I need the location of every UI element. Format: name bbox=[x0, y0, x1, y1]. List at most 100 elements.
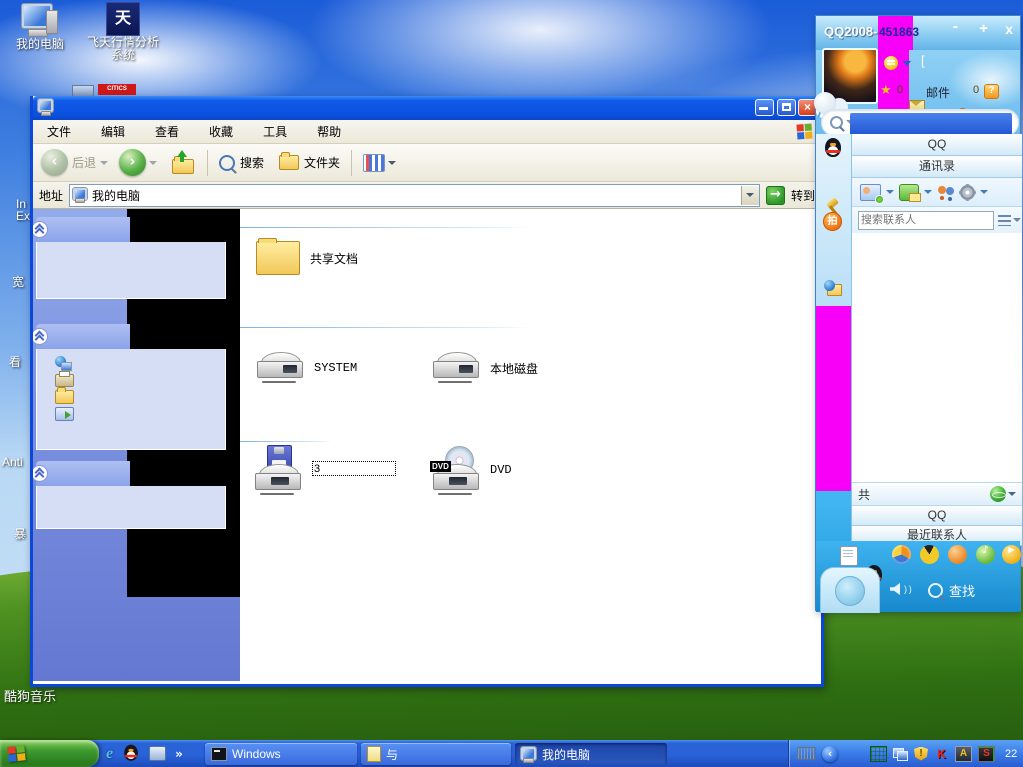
message-icon[interactable] bbox=[899, 183, 921, 202]
qq-close-button[interactable]: x bbox=[1005, 21, 1013, 37]
kaspersky-tray-icon[interactable]: K bbox=[934, 747, 949, 761]
contact-search-input[interactable] bbox=[858, 210, 994, 230]
s-app-tray-icon[interactable]: S bbox=[978, 745, 995, 762]
address-dropdown-button[interactable] bbox=[740, 185, 759, 205]
desktop-icon-feitian[interactable]: 天 飞天行情分析 系统 bbox=[80, 2, 166, 62]
panel-header-bg bbox=[36, 217, 130, 242]
tab-contacts[interactable]: 通讯录 bbox=[852, 156, 1022, 178]
media-play-icon[interactable]: ▶ bbox=[1002, 545, 1021, 564]
qq-quicklaunch-icon[interactable] bbox=[123, 744, 138, 763]
back-button[interactable]: ‹ 后退 bbox=[41, 149, 109, 176]
menu-edit[interactable]: 编辑 bbox=[101, 123, 125, 140]
taskbar-task-my-computer[interactable]: 我的电脑 bbox=[515, 743, 667, 765]
browser-icon[interactable] bbox=[892, 545, 911, 564]
minimize-button[interactable] bbox=[755, 99, 774, 116]
desktop-icon-my-computer[interactable]: 我的电脑 bbox=[8, 4, 72, 51]
game-icon[interactable] bbox=[920, 545, 939, 564]
pai-tab-icon[interactable]: 拍 bbox=[823, 212, 842, 231]
panel-body bbox=[36, 349, 226, 450]
control-panel-icon[interactable] bbox=[55, 407, 74, 421]
search-selection-glitch bbox=[850, 113, 1012, 135]
menu-help[interactable]: 帮助 bbox=[317, 123, 341, 140]
menu-favorites[interactable]: 收藏 bbox=[209, 123, 233, 140]
paper bbox=[59, 371, 70, 377]
explorer-titlebar[interactable]: × bbox=[33, 96, 821, 120]
star-icon[interactable]: ★ bbox=[880, 82, 892, 98]
file-list-area[interactable]: 共享文档 SYSTEM 本地磁盘 3 DVD DVD bbox=[240, 209, 821, 681]
taskbar-task-windows[interactable]: Windows bbox=[205, 743, 357, 765]
network-tray-icon[interactable] bbox=[893, 747, 908, 761]
kugou-label[interactable]: 酷狗音乐 bbox=[4, 690, 56, 703]
folder-icon[interactable] bbox=[55, 387, 74, 404]
drive-slot bbox=[449, 477, 467, 485]
panel-header[interactable] bbox=[33, 217, 226, 242]
qq-face-tab[interactable] bbox=[820, 567, 880, 613]
panel-header[interactable] bbox=[33, 324, 226, 349]
help-icon[interactable]: ? bbox=[984, 84, 999, 99]
contact-search-row bbox=[852, 207, 1022, 233]
folders-button[interactable]: 文件夹 bbox=[279, 152, 340, 171]
status-busy-icon[interactable] bbox=[884, 56, 898, 70]
add-contact-icon[interactable] bbox=[860, 183, 883, 203]
qq-minimize-button[interactable]: - bbox=[953, 18, 958, 36]
gear-icon[interactable] bbox=[960, 184, 975, 200]
views-icon bbox=[363, 153, 386, 172]
keyboard-tray-icon[interactable] bbox=[797, 747, 816, 760]
tab-qq-bottom[interactable]: QQ bbox=[852, 506, 1022, 526]
mail-label[interactable]: 邮件 bbox=[926, 84, 950, 101]
share-group-row[interactable]: 共 bbox=[852, 482, 1022, 506]
contact-list-area[interactable] bbox=[852, 233, 1022, 482]
notes-icon[interactable] bbox=[840, 546, 858, 566]
taskbar-task-doc[interactable]: 与 bbox=[361, 743, 511, 765]
address-input[interactable]: 我的电脑 bbox=[69, 183, 760, 207]
taskbar-clock[interactable]: 22 bbox=[1005, 748, 1017, 760]
menu-view[interactable]: 查看 bbox=[155, 123, 179, 140]
network-places-icon[interactable] bbox=[55, 356, 72, 371]
rename-input[interactable] bbox=[312, 461, 396, 476]
quicklaunch-more-chevron[interactable]: » bbox=[175, 747, 183, 761]
views-button[interactable] bbox=[363, 153, 397, 172]
menu-file[interactable]: 文件 bbox=[47, 123, 71, 140]
forward-button[interactable]: › bbox=[119, 149, 158, 176]
menu-tools[interactable]: 工具 bbox=[263, 123, 287, 140]
file-item-local-disk[interactable]: 本地磁盘 bbox=[432, 351, 538, 385]
citics-icon[interactable]: CITICS bbox=[98, 84, 136, 95]
printer-icon[interactable] bbox=[55, 371, 74, 387]
find-button[interactable]: 查找 bbox=[928, 581, 975, 600]
document-icon bbox=[367, 746, 381, 762]
maximize-button[interactable] bbox=[777, 99, 796, 116]
start-button[interactable] bbox=[0, 740, 99, 767]
input-method-tray-icon[interactable] bbox=[870, 745, 887, 762]
qq-penguin-tab-icon[interactable] bbox=[824, 138, 842, 159]
graphics-tray-icon[interactable]: A bbox=[955, 745, 972, 762]
tray-collapse-chevron[interactable]: ‹ bbox=[822, 745, 838, 762]
pet-icon[interactable] bbox=[948, 545, 967, 564]
qq-search-pill[interactable] bbox=[821, 109, 1019, 136]
network-share-icon[interactable] bbox=[824, 280, 842, 296]
search-button[interactable]: 搜索 bbox=[219, 154, 264, 171]
monitor-base bbox=[28, 29, 48, 37]
go-button[interactable]: → bbox=[765, 185, 785, 205]
show-desktop-icon[interactable] bbox=[149, 746, 167, 761]
panel-header[interactable] bbox=[33, 461, 226, 486]
chevron-down-icon[interactable] bbox=[886, 190, 894, 194]
file-item-floppy[interactable] bbox=[254, 445, 396, 495]
music-icon[interactable]: ♪ bbox=[976, 545, 995, 564]
file-item-system-drive[interactable]: SYSTEM bbox=[256, 351, 357, 385]
chevron-down-icon[interactable] bbox=[980, 190, 988, 194]
security-alert-tray-icon[interactable]: ! bbox=[914, 746, 928, 761]
list-view-button[interactable] bbox=[998, 214, 1021, 226]
groups-icon[interactable] bbox=[937, 185, 955, 200]
volume-button[interactable]: ) ) bbox=[890, 583, 912, 595]
chevron-down-icon[interactable] bbox=[924, 190, 932, 194]
up-button[interactable] bbox=[170, 149, 196, 174]
file-item-shared-documents[interactable]: 共享文档 bbox=[256, 238, 358, 275]
status-dropdown-icon[interactable] bbox=[903, 61, 911, 66]
go-label[interactable]: 转到 bbox=[791, 187, 815, 204]
network-status-button[interactable] bbox=[990, 486, 1016, 502]
ie-quicklaunch-icon[interactable]: e bbox=[106, 745, 113, 763]
qq-titlebar[interactable]: QQ2008- 451863 - + x bbox=[816, 16, 1020, 50]
tab-qq[interactable]: QQ bbox=[852, 134, 1022, 156]
qq-expand-button[interactable]: + bbox=[979, 20, 988, 37]
file-item-dvd[interactable]: DVD DVD bbox=[430, 446, 512, 495]
